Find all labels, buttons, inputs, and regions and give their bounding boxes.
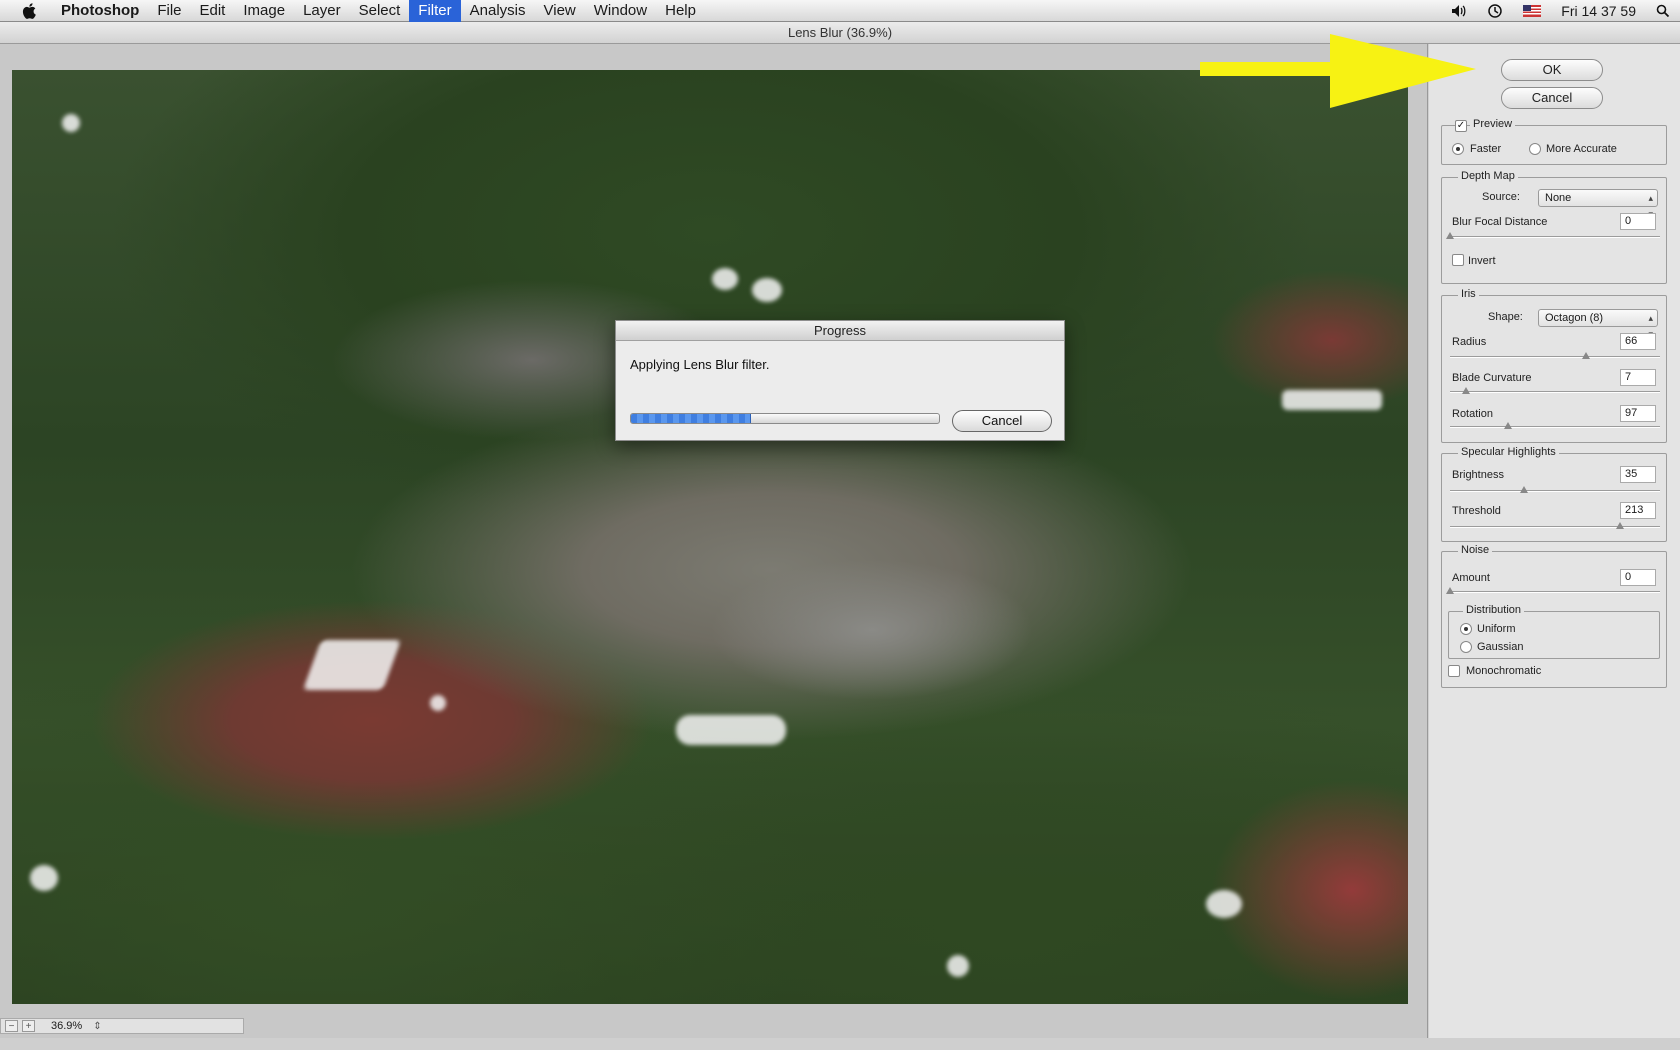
threshold-field[interactable]: 213 (1620, 502, 1656, 519)
iris-group: Iris Shape: Octagon (8)▴▾ Radius 66 Blad… (1441, 288, 1667, 443)
rotation-label: Rotation (1452, 408, 1493, 420)
progress-cancel-button[interactable]: Cancel (952, 410, 1052, 432)
slider-thumb[interactable] (1582, 352, 1590, 359)
gaussian-radio[interactable] (1460, 641, 1472, 653)
yellow-arrow-icon (1200, 34, 1476, 108)
more-accurate-label: More Accurate (1546, 143, 1617, 155)
distribution-group: Distribution Uniform Gaussian (1448, 604, 1660, 659)
iris-title: Iris (1458, 288, 1479, 300)
faster-label: Faster (1470, 143, 1502, 155)
depth-map-title: Depth Map (1458, 170, 1518, 182)
apple-menu-icon[interactable] (18, 0, 40, 22)
brightness-field[interactable]: 35 (1620, 466, 1656, 483)
slider-thumb[interactable] (1504, 422, 1512, 429)
lens-blur-options-panel: OK Cancel ✓ Preview Faster More Accurate… (1429, 44, 1680, 1038)
more-accurate-radio[interactable] (1529, 143, 1541, 155)
blur-focal-distance-label: Blur Focal Distance (1452, 216, 1548, 228)
invert-checkbox[interactable] (1452, 254, 1464, 266)
slider-thumb[interactable] (1616, 522, 1624, 529)
slider-thumb[interactable] (1462, 387, 1470, 394)
progress-title: Progress (616, 321, 1064, 341)
noise-title: Noise (1458, 544, 1493, 556)
menu-filter[interactable]: Filter (409, 0, 461, 22)
zoom-out-icon[interactable]: − (5, 1020, 18, 1032)
blur-focal-distance-slider[interactable] (1446, 232, 1660, 239)
faster-radio[interactable] (1452, 143, 1464, 155)
shape-select[interactable]: Octagon (8)▴▾ (1538, 309, 1658, 339)
brightness-label: Brightness (1452, 469, 1504, 481)
time-machine-icon[interactable] (1487, 3, 1503, 19)
amount-field[interactable]: 0 (1620, 569, 1656, 586)
preview-checkbox[interactable]: ✓ (1455, 120, 1467, 132)
cancel-button[interactable]: Cancel (1501, 87, 1603, 109)
menu-layer[interactable]: Layer (294, 0, 350, 22)
monochromatic-label: Monochromatic (1466, 665, 1542, 677)
specular-highlights-title: Specular Highlights (1458, 446, 1559, 458)
slider-thumb[interactable] (1446, 232, 1454, 239)
menubar-clock[interactable]: Fri 14 37 59 (1561, 3, 1636, 19)
uniform-radio[interactable] (1460, 623, 1472, 635)
preview-image[interactable] (12, 70, 1408, 1004)
menu-bar: Photoshop File Edit Image Layer Select F… (0, 0, 1680, 22)
source-select[interactable]: None▴▾ (1538, 189, 1658, 219)
zoom-in-icon[interactable]: + (22, 1020, 35, 1032)
volume-icon[interactable] (1451, 4, 1467, 18)
menu-view[interactable]: View (535, 0, 585, 22)
menu-edit[interactable]: Edit (191, 0, 235, 22)
shape-value: Octagon (8) (1545, 312, 1604, 324)
noise-group: Noise Amount 0 Distribution Uniform Gaus… (1441, 544, 1667, 688)
zoom-statusbar: − + 36.9% ⇕ (0, 1018, 244, 1034)
uniform-label: Uniform (1477, 623, 1516, 635)
amount-label: Amount (1452, 572, 1490, 584)
us-flag-icon[interactable] (1523, 5, 1542, 17)
spotlight-search-icon[interactable] (1656, 4, 1670, 18)
radius-slider[interactable] (1450, 352, 1660, 359)
menu-app-photoshop[interactable]: Photoshop (52, 0, 148, 22)
preview-area (0, 44, 1428, 1038)
source-label: Source: (1482, 191, 1520, 203)
monochromatic-checkbox[interactable] (1448, 665, 1460, 677)
progress-bar-fill (631, 414, 752, 423)
menu-select[interactable]: Select (350, 0, 410, 22)
menu-file[interactable]: File (148, 0, 190, 22)
source-value: None (1545, 192, 1572, 204)
threshold-label: Threshold (1452, 505, 1501, 517)
menu-analysis[interactable]: Analysis (461, 0, 535, 22)
menu-window[interactable]: Window (585, 0, 656, 22)
invert-label: Invert (1468, 255, 1496, 267)
shape-label: Shape: (1488, 311, 1523, 323)
gaussian-label: Gaussian (1477, 641, 1524, 653)
threshold-slider[interactable] (1450, 522, 1660, 529)
amount-slider[interactable] (1446, 587, 1660, 594)
specular-highlights-group: Specular Highlights Brightness 35 Thresh… (1441, 446, 1667, 542)
zoom-value[interactable]: 36.9% (51, 1020, 91, 1032)
preview-group: ✓ Preview Faster More Accurate (1441, 118, 1667, 165)
preview-label: Preview (1470, 118, 1516, 130)
rotation-field[interactable]: 97 (1620, 405, 1656, 422)
distribution-title: Distribution (1463, 604, 1525, 616)
radius-field[interactable]: 66 (1620, 333, 1656, 350)
progress-bar (630, 413, 940, 424)
ok-button[interactable]: OK (1501, 59, 1603, 81)
menu-help[interactable]: Help (656, 0, 705, 22)
progress-message: Applying Lens Blur filter. (630, 357, 770, 372)
menu-image[interactable]: Image (234, 0, 294, 22)
brightness-slider[interactable] (1450, 486, 1660, 493)
slider-thumb[interactable] (1520, 486, 1528, 493)
zoom-menu-icon[interactable]: ⇕ (91, 1020, 104, 1032)
rotation-slider[interactable] (1450, 422, 1660, 429)
progress-dialog: Progress Applying Lens Blur filter. Canc… (615, 320, 1065, 441)
slider-thumb[interactable] (1446, 587, 1454, 594)
blade-curvature-field[interactable]: 7 (1620, 369, 1656, 386)
radius-label: Radius (1452, 336, 1487, 348)
depth-map-group: Depth Map Source: None▴▾ Blur Focal Dist… (1441, 170, 1667, 284)
blade-curvature-slider[interactable] (1450, 387, 1660, 394)
blade-curvature-label: Blade Curvature (1452, 372, 1532, 384)
blur-focal-distance-field[interactable]: 0 (1620, 213, 1656, 230)
